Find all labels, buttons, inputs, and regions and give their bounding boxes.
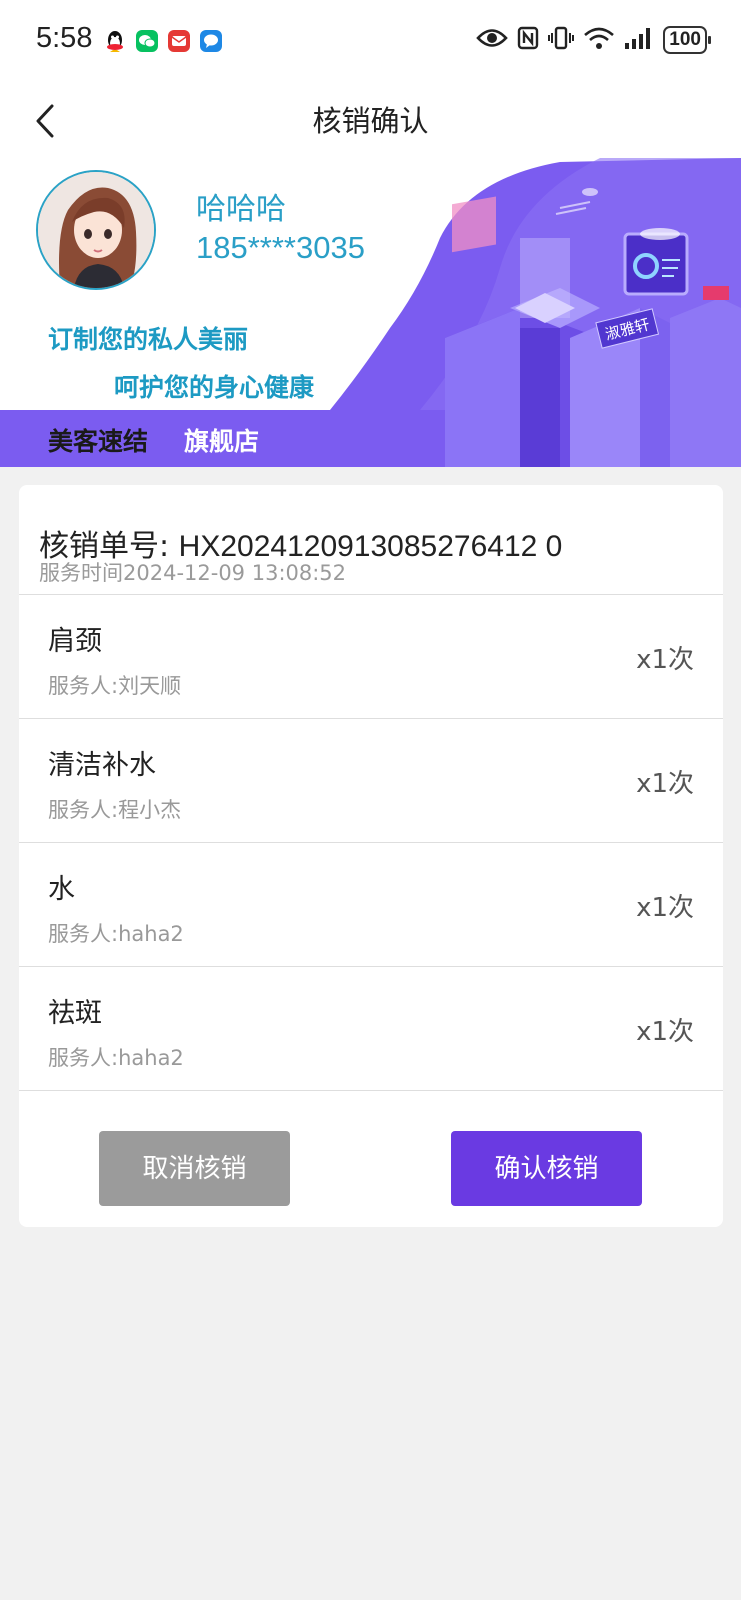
- eye-icon: [476, 27, 509, 53]
- divider: [19, 1090, 723, 1091]
- wifi-icon: [583, 26, 615, 54]
- battery-indicator: 100: [663, 26, 711, 54]
- service-staff: 服务人:刘天顺: [48, 674, 182, 698]
- verification-card: 核销单号: HX2024120913085276412 0 服务时间2024-1…: [19, 485, 723, 1227]
- brand-name: 美客速结: [48, 427, 149, 456]
- slogan-line-2: 呵护您的身心健康: [114, 373, 315, 402]
- nfc-icon: [517, 26, 539, 54]
- system-icons: 100: [476, 26, 711, 54]
- profile-banner: 淑雅轩 哈哈哈 185****3035 订制您的私人美丽 呵护您的身心健康 美客…: [0, 158, 741, 467]
- list-item: 肩颈 服务人:刘天顺 x1次: [19, 595, 723, 720]
- wechat-icon: [136, 30, 158, 52]
- service-count: x1次: [636, 1017, 694, 1047]
- avatar[interactable]: [36, 170, 156, 290]
- vibrate-icon: [548, 26, 575, 54]
- list-item: 祛斑 服务人:haha2 x1次: [19, 967, 723, 1092]
- list-item: 清洁补水 服务人:程小杰 x1次: [19, 719, 723, 844]
- confirm-verification-button[interactable]: 确认核销: [451, 1131, 642, 1206]
- service-time-value: 2024-12-09 13:08:52: [123, 561, 347, 585]
- service-count: x1次: [636, 893, 694, 923]
- store-type: 旗舰店: [184, 427, 260, 456]
- page-title: 核销确认: [312, 104, 429, 138]
- status-bar: 5:58 100: [0, 0, 741, 84]
- mail-icon: [168, 30, 190, 52]
- cancel-verification-button[interactable]: 取消核销: [99, 1131, 290, 1206]
- service-time: 服务时间2024-12-09 13:08:52: [39, 557, 346, 587]
- service-name: 水: [48, 874, 75, 905]
- service-staff: 服务人:haha2: [48, 1046, 184, 1070]
- service-name: 清洁补水: [48, 750, 156, 781]
- signal-icon: [624, 26, 654, 54]
- service-staff: 服务人:haha2: [48, 922, 184, 946]
- user-phone: 185****3035: [196, 230, 365, 265]
- message-icon: [200, 30, 222, 52]
- service-count: x1次: [636, 769, 694, 799]
- user-name: 哈哈哈: [196, 192, 286, 227]
- status-time: 5:58: [36, 22, 93, 54]
- app-header: 核销确认: [0, 84, 741, 158]
- slogan-line-1: 订制您的私人美丽: [48, 325, 249, 354]
- service-time-label: 服务时间: [39, 561, 123, 585]
- qq-icon: [104, 30, 126, 52]
- service-staff: 服务人:程小杰: [48, 798, 182, 822]
- service-count: x1次: [636, 645, 694, 675]
- service-name: 肩颈: [48, 626, 102, 657]
- list-item: 水 服务人:haha2 x1次: [19, 843, 723, 968]
- notification-icons: [104, 30, 222, 52]
- service-name: 祛斑: [48, 998, 102, 1029]
